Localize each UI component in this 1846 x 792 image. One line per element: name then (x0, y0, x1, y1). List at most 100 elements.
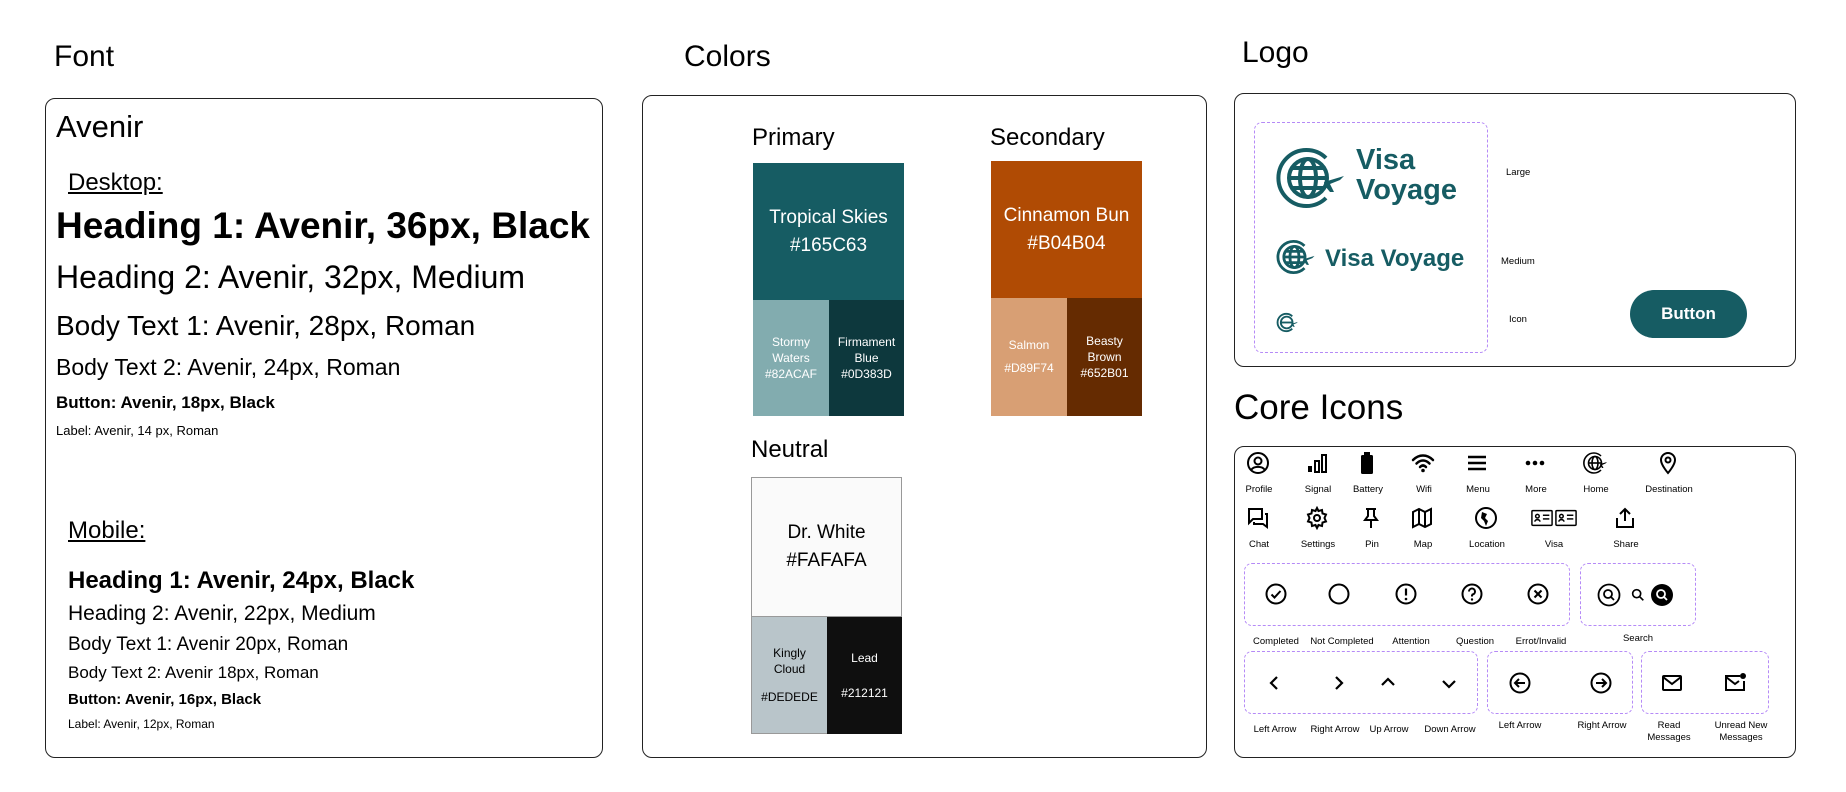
logo-section-title: Logo (1242, 36, 1309, 69)
empty-circle-icon (1326, 581, 1352, 607)
icon-label-circle-right-arrow: Right Arrow (1577, 720, 1627, 731)
logo-medium-wordmark: Visa Voyage (1325, 245, 1465, 272)
home-globe-icon (1582, 450, 1608, 476)
desktop-heading2-sample: Heading 2: Avenir, 32px, Medium (56, 259, 526, 295)
chevron-right-icon (1325, 670, 1351, 696)
swatch-tropical-skies: Tropical Skies #165C63 (753, 163, 904, 300)
font-panel: Avenir Desktop: Heading 1: Avenir, 36px,… (45, 98, 603, 758)
swatch-name: Firmament Blue (837, 334, 896, 365)
desktop-body2-sample: Body Text 2: Avenir, 24px, Roman (56, 354, 401, 380)
swatch-name: Stormy Waters (771, 334, 810, 365)
wifi-icon (1410, 450, 1436, 476)
mobile-body1-sample: Body Text 1: Avenir 20px, Roman (68, 634, 349, 655)
swatch-hex: #D89F74 (1004, 361, 1054, 376)
swatch-cinnamon-bun: Cinnamon Bun #B04B04 (991, 161, 1142, 298)
desktop-button-sample: Button: Avenir, 18px, Black (56, 393, 275, 412)
swatch-name: Lead (851, 651, 878, 666)
chevron-up-icon (1375, 670, 1401, 696)
location-icon (1473, 505, 1499, 531)
icon-label-more: More (1525, 484, 1547, 495)
mobile-body2-sample: Body Text 2: Avenir 18px, Roman (68, 663, 319, 682)
sample-button[interactable]: Button (1630, 290, 1747, 338)
icon-label-pin: Pin (1365, 539, 1379, 550)
swatch-hex: #82ACAF (764, 367, 818, 382)
logo-size-label-large: Large (1506, 167, 1531, 178)
swatch-hex: #FAFAFA (786, 550, 867, 571)
icon-label-search: Search (1622, 633, 1654, 644)
icon-label-left-arrow: Left Arrow (1253, 724, 1297, 735)
destination-pin-icon (1655, 450, 1681, 476)
mail-unread-icon (1722, 670, 1748, 696)
swatch-name: Cinnamon Bun (1003, 204, 1130, 226)
settings-gear-icon (1304, 505, 1330, 531)
mobile-heading: Mobile: (68, 517, 146, 544)
exclamation-circle-icon (1393, 581, 1419, 607)
map-icon (1409, 505, 1435, 531)
mobile-heading1-sample: Heading 1: Avenir, 24px, Black (68, 567, 415, 594)
circle-arrow-right-icon (1588, 670, 1614, 696)
secondary-heading: Secondary (990, 124, 1105, 151)
pin-icon (1358, 505, 1384, 531)
icon-label-battery: Battery (1352, 484, 1384, 495)
signal-icon (1304, 450, 1330, 476)
swatch-dr-white: Dr. White #FAFAFA (751, 477, 902, 617)
desktop-body1-sample: Body Text 1: Avenir, 28px, Roman (56, 310, 476, 341)
icon-label-visa: Visa (1544, 539, 1564, 550)
icon-label-share: Share (1613, 539, 1639, 550)
chevron-down-icon (1436, 670, 1462, 696)
circle-arrow-left-icon (1507, 670, 1533, 696)
mail-icon (1659, 670, 1685, 696)
icon-label-up-arrow: Up Arrow (1369, 724, 1409, 735)
search-circle-icon (1596, 582, 1622, 608)
swatch-name: Kingly Cloud (773, 645, 806, 676)
neutral-heading: Neutral (751, 436, 829, 463)
swatch-salmon: Salmon #D89F74 (991, 298, 1067, 416)
swatch-kingly-cloud: Kingly Cloud #DEDEDE (751, 617, 827, 734)
visa-card-icon (1531, 508, 1577, 530)
icon-label-down-arrow: Down Arrow (1424, 724, 1476, 735)
swatch-lead: Lead #212121 (827, 617, 902, 734)
swatch-hex: #DEDEDE (761, 690, 818, 705)
icon-label-unread-messages: Unread New Messages (1714, 720, 1768, 744)
check-circle-icon (1263, 581, 1289, 607)
profile-icon (1245, 450, 1271, 476)
menu-icon (1464, 450, 1490, 476)
icon-label-signal: Signal (1304, 484, 1332, 495)
search-icon (1625, 582, 1651, 608)
logo-large-line1: Visa (1356, 144, 1416, 176)
swatch-name: Salmon (1008, 338, 1050, 353)
swatch-hex: #B04B04 (1027, 232, 1106, 254)
icon-label-attention: Attention (1392, 636, 1430, 647)
icon-label-destination: Destination (1645, 484, 1693, 495)
icon-label-right-arrow: Right Arrow (1310, 724, 1360, 735)
mobile-label-sample: Label: Avenir, 12px, Roman (68, 717, 215, 731)
font-family-name: Avenir (56, 109, 144, 144)
icon-label-menu: Menu (1466, 484, 1490, 495)
battery-icon (1354, 450, 1380, 476)
icon-label-error-invalid: Errot/Invalid (1515, 636, 1567, 647)
x-circle-icon (1525, 581, 1551, 607)
search-filled-icon (1649, 582, 1675, 608)
desktop-label-sample: Label: Avenir, 14 px, Roman (56, 423, 219, 438)
chat-icon (1245, 505, 1271, 531)
logo-size-label-medium: Medium (1501, 256, 1535, 267)
globe-plane-logo-icon-medium (1276, 239, 1315, 275)
globe-plane-logo-icon-small (1276, 312, 1298, 333)
swatch-hex: #652B01 (1080, 366, 1129, 381)
icon-label-settings: Settings (1300, 539, 1336, 550)
share-icon (1612, 505, 1638, 531)
icon-label-home: Home (1583, 484, 1609, 495)
swatch-name: Dr. White (787, 522, 866, 544)
swatch-firmament-blue: Firmament Blue #0D383D (829, 300, 904, 416)
swatch-name: Beasty Brown (1086, 333, 1123, 364)
swatch-beasty-brown: Beasty Brown #652B01 (1067, 298, 1142, 416)
primary-heading: Primary (752, 124, 835, 151)
icon-label-completed: Completed (1253, 636, 1299, 647)
mobile-button-sample: Button: Avenir, 16px, Black (68, 691, 262, 708)
icon-label-read-messages: Read Messages (1647, 720, 1691, 744)
icon-label-chat: Chat (1248, 539, 1270, 550)
icon-label-map: Map (1413, 539, 1433, 550)
chevron-left-icon (1262, 670, 1288, 696)
logo-size-label-icon: Icon (1509, 314, 1527, 325)
globe-plane-logo-icon (1276, 148, 1344, 208)
